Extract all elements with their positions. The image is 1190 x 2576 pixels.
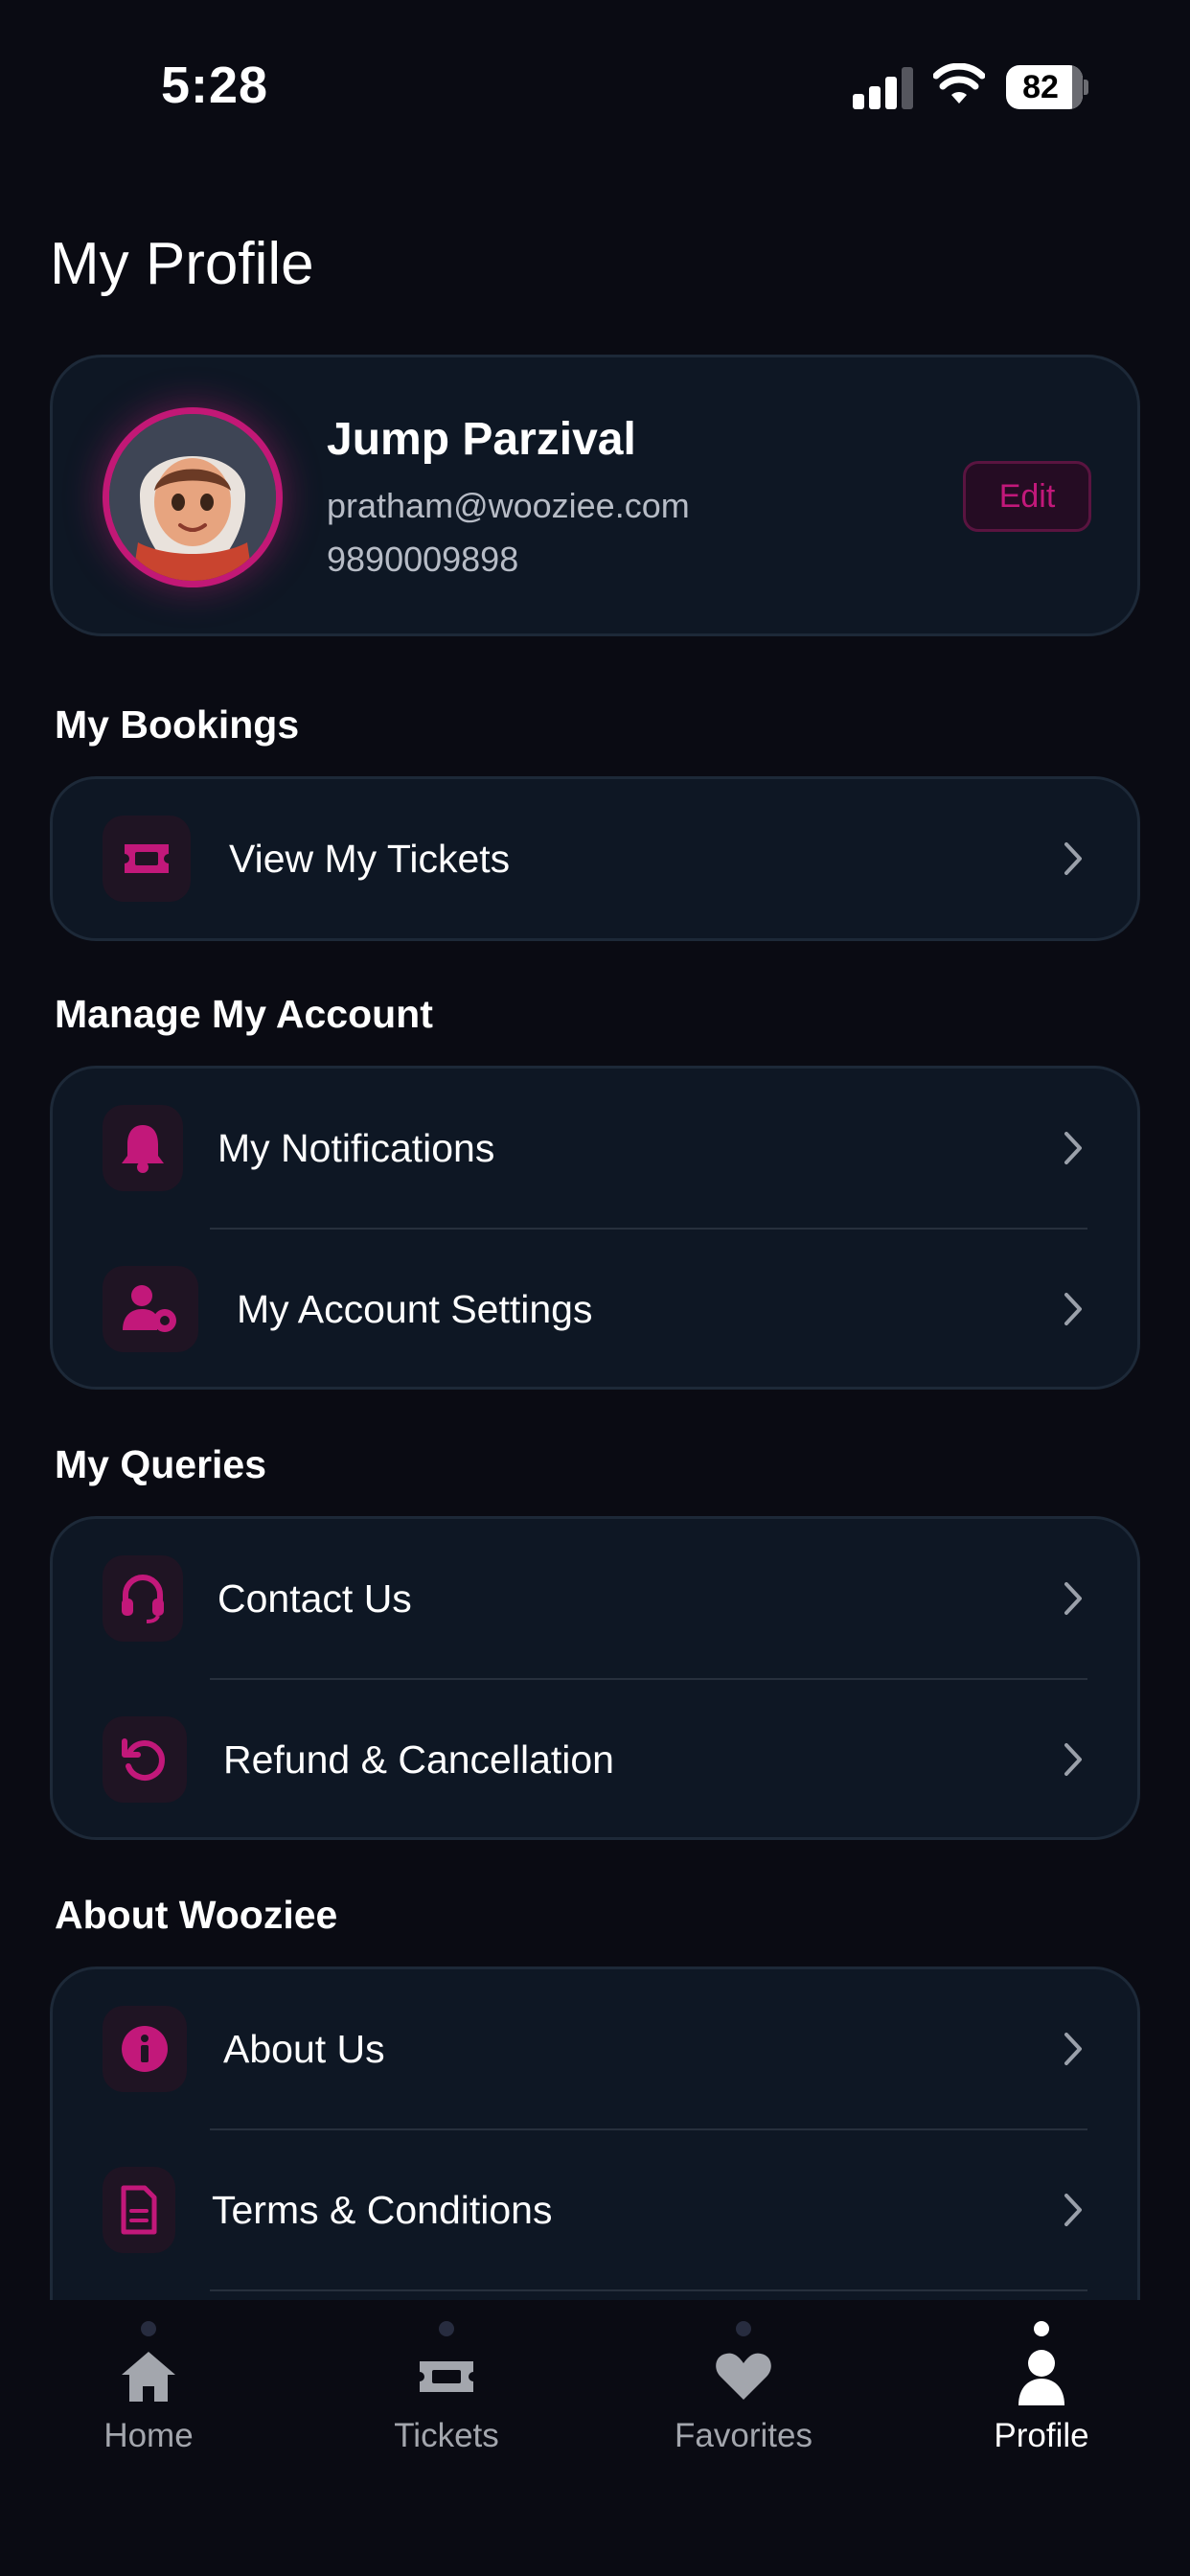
tab-home[interactable]: Home [34, 2300, 263, 2492]
tab-indicator [1034, 2321, 1049, 2336]
home-icon [122, 2352, 175, 2402]
menu-item-contact-us[interactable]: Contact Us [53, 1519, 1137, 1678]
menu-item-terms-conditions[interactable]: Terms & Conditions [53, 2130, 1137, 2289]
chevron-right-icon [1064, 1743, 1082, 1776]
signal-icon [853, 67, 914, 109]
menu-item-refund-cancellation[interactable]: Refund & Cancellation [53, 1680, 1137, 1839]
tab-indicator [141, 2321, 156, 2336]
status-bar: 5:28 82 [0, 0, 1190, 144]
info-icon [103, 2006, 187, 2092]
tab-indicator [736, 2321, 751, 2336]
page-title: My Profile [50, 231, 314, 297]
tab-tickets[interactable]: Tickets [332, 2300, 561, 2492]
tab-indicator [439, 2321, 454, 2336]
ticket-icon [420, 2361, 473, 2392]
chevron-right-icon [1064, 842, 1082, 875]
section-title-bookings: My Bookings [55, 702, 300, 747]
queries-card: Contact Us Refund & Cancellation [50, 1516, 1140, 1840]
undo-icon [103, 1716, 187, 1803]
menu-item-label: My Notifications [217, 1126, 495, 1170]
profile-name: Jump Parzival [327, 414, 636, 465]
tab-label: Favorites [675, 2417, 812, 2454]
tab-label: Home [103, 2417, 194, 2454]
battery-icon: 82 [1006, 65, 1088, 109]
profile-phone: 9890009898 [327, 540, 519, 579]
section-title-account: Manage My Account [55, 992, 433, 1036]
menu-item-label: View My Tickets [229, 837, 511, 881]
section-title-about: About Wooziee [55, 1893, 338, 1937]
battery-level: 82 [1022, 69, 1059, 105]
wifi-icon [933, 63, 985, 104]
tab-bar: Home Tickets Favorites Profile [0, 2300, 1190, 2576]
bell-icon [103, 1105, 183, 1191]
tab-label: Tickets [394, 2417, 499, 2454]
menu-item-label: About Us [223, 2027, 385, 2071]
section-title-queries: My Queries [55, 1442, 267, 1486]
bookings-card: View My Tickets [50, 776, 1140, 941]
menu-item-about-us[interactable]: About Us [53, 1969, 1137, 2128]
user-gear-icon [103, 1266, 198, 1352]
ticket-icon [103, 816, 191, 902]
chevron-right-icon [1064, 2194, 1082, 2226]
divider [210, 2289, 1087, 2291]
chevron-right-icon [1064, 1582, 1082, 1615]
menu-item-label: Terms & Conditions [212, 2188, 553, 2232]
menu-item-account-settings[interactable]: My Account Settings [53, 1230, 1137, 1389]
menu-item-label: Contact Us [217, 1576, 412, 1621]
menu-item-label: Refund & Cancellation [223, 1737, 614, 1782]
chevron-right-icon [1064, 1293, 1082, 1325]
headset-icon [103, 1555, 183, 1642]
account-card: My Notifications My Account Settings [50, 1066, 1140, 1390]
edit-profile-button[interactable]: Edit [963, 461, 1091, 532]
status-time: 5:28 [161, 57, 269, 114]
chevron-right-icon [1064, 2033, 1082, 2065]
person-icon [1018, 2350, 1064, 2405]
chevron-right-icon [1064, 1132, 1082, 1164]
avatar [103, 407, 283, 587]
heart-icon [716, 2353, 771, 2400]
profile-card: Jump Parzival pratham@wooziee.com 989000… [50, 355, 1140, 636]
menu-item-label: My Account Settings [237, 1287, 593, 1331]
tab-profile[interactable]: Profile [927, 2300, 1156, 2492]
tab-favorites[interactable]: Favorites [629, 2300, 858, 2492]
document-icon [103, 2167, 175, 2253]
avatar-image [109, 414, 276, 581]
tab-label: Profile [994, 2417, 1089, 2454]
profile-email: pratham@wooziee.com [327, 486, 690, 525]
menu-item-view-tickets[interactable]: View My Tickets [53, 779, 1137, 938]
menu-item-notifications[interactable]: My Notifications [53, 1069, 1137, 1228]
